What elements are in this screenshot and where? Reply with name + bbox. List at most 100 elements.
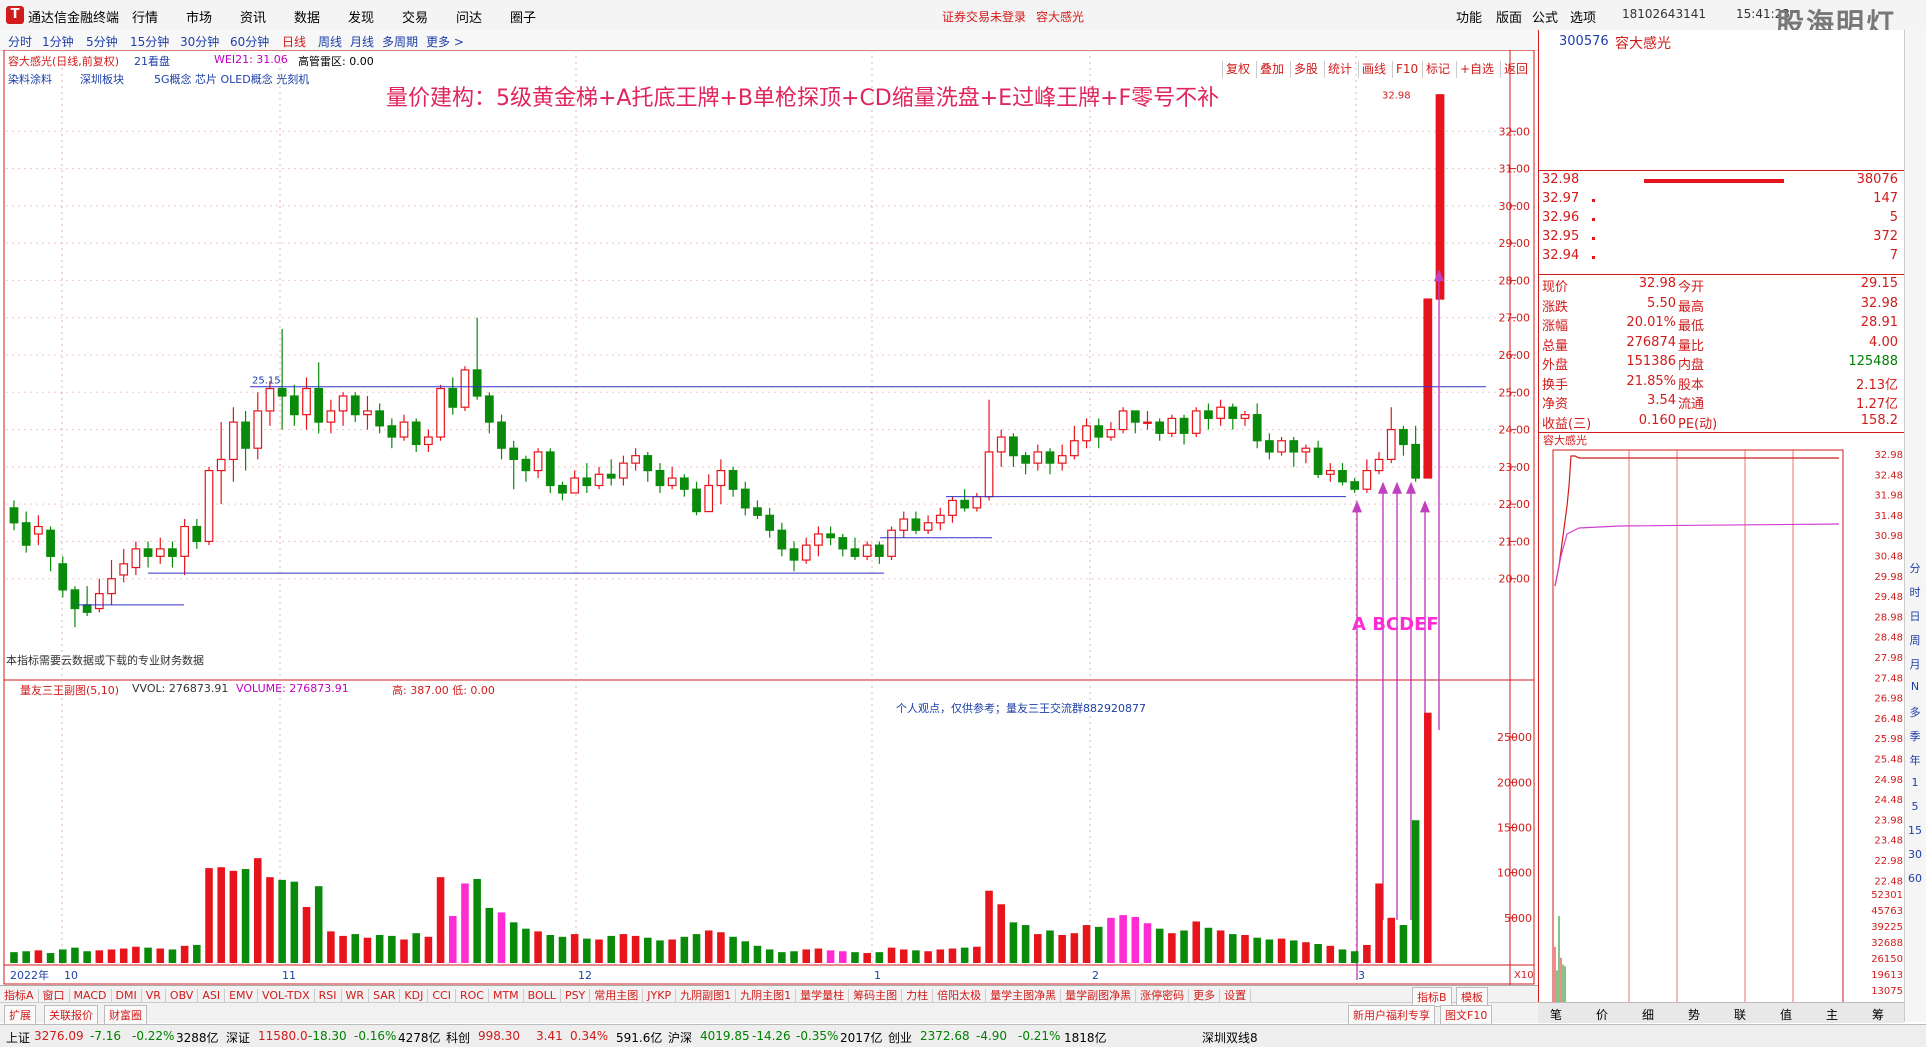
period-day[interactable]: 日线 (282, 33, 306, 50)
volume-bar[interactable] (681, 937, 689, 963)
candle[interactable] (876, 541, 884, 563)
candle[interactable] (924, 515, 932, 534)
period-month[interactable]: 月线 (350, 33, 374, 50)
candle[interactable] (120, 549, 128, 583)
candle[interactable] (1010, 433, 1018, 467)
volume-bar[interactable] (339, 936, 347, 963)
indicator-tab-16[interactable]: BOLL (524, 989, 561, 1002)
side-period-12[interactable]: 30 (1906, 848, 1924, 864)
volume-bar[interactable] (1107, 918, 1115, 963)
volume-bar[interactable] (205, 868, 213, 963)
volume-bar[interactable] (266, 877, 274, 963)
candle[interactable] (1229, 403, 1237, 429)
volume-bar[interactable] (156, 949, 164, 963)
quote-tab-7[interactable]: 筹 (1872, 1006, 1884, 1023)
period-15min[interactable]: 15分钟 (130, 33, 169, 50)
period-week[interactable]: 周线 (318, 33, 342, 50)
candle[interactable] (1107, 422, 1115, 441)
volume-bar[interactable] (473, 879, 481, 963)
volume-bar[interactable] (583, 939, 591, 963)
candle[interactable] (291, 385, 299, 426)
candle[interactable] (766, 508, 774, 538)
candle[interactable] (425, 430, 433, 452)
candle[interactable] (571, 471, 579, 493)
volume-bar[interactable] (1010, 922, 1018, 963)
candle[interactable] (327, 400, 335, 434)
candle[interactable] (217, 422, 225, 504)
candle[interactable] (802, 538, 810, 564)
indicator-tab-11[interactable]: SAR (369, 989, 400, 1002)
volume-bar[interactable] (644, 938, 652, 963)
volume-bar[interactable] (790, 951, 798, 963)
candle[interactable] (510, 441, 518, 489)
candle[interactable] (1363, 459, 1371, 493)
menu-function[interactable]: 功能 (1456, 7, 1482, 26)
quote-tab-6[interactable]: 主 (1826, 1006, 1838, 1023)
candle[interactable] (900, 512, 908, 538)
candle[interactable] (47, 527, 55, 572)
volume-bar[interactable] (546, 935, 554, 963)
volume-bar[interactable] (912, 950, 920, 963)
volume-bar[interactable] (839, 951, 847, 963)
volume-bar[interactable] (400, 940, 408, 963)
candle[interactable] (59, 556, 67, 597)
volume-bar[interactable] (437, 877, 445, 963)
volume-bar[interactable] (291, 882, 299, 963)
candle[interactable] (1180, 415, 1188, 445)
idx-hs-name[interactable]: 沪深 (668, 1029, 692, 1046)
volume-bar[interactable] (71, 948, 79, 963)
volume-bar[interactable] (303, 907, 311, 963)
volume-bar[interactable] (802, 949, 810, 963)
volume-bar[interactable] (1095, 927, 1103, 963)
volume-bar[interactable] (376, 935, 384, 963)
candle[interactable] (266, 381, 274, 426)
volume-bar[interactable] (1412, 820, 1420, 963)
quote-tab-1[interactable]: 价 (1596, 1006, 1608, 1023)
quote-tab-5[interactable]: 值 (1780, 1006, 1792, 1023)
candle[interactable] (376, 403, 384, 433)
candle[interactable] (863, 541, 871, 560)
indicator-tab-12[interactable]: KDJ (400, 989, 428, 1002)
menu-options[interactable]: 选项 (1570, 7, 1596, 26)
side-period-8[interactable]: 年 (1906, 752, 1924, 768)
volume-bar[interactable] (534, 931, 542, 963)
candlestick-chart[interactable]: 32.00 31.00 30.00 29.00 28.00 27.00 26.00 25.00… (0, 50, 1538, 985)
candle[interactable] (705, 474, 713, 511)
volume-bar[interactable] (120, 949, 128, 963)
candle[interactable] (949, 497, 957, 523)
volume-bar[interactable] (1217, 930, 1225, 963)
menu-trade[interactable]: 交易 (402, 7, 428, 26)
news-link[interactable]: 新用户福利专享 (1348, 1005, 1435, 1025)
volume-bar[interactable] (412, 933, 420, 963)
volume-bar[interactable] (230, 871, 238, 963)
side-period-11[interactable]: 15 (1906, 824, 1924, 840)
indicator-tab-2[interactable]: MACD (70, 989, 112, 1002)
candle[interactable] (1436, 95, 1444, 299)
volume-bar[interactable] (693, 934, 701, 963)
volume-bar[interactable] (851, 952, 859, 963)
candle[interactable] (534, 448, 542, 478)
candle[interactable] (181, 519, 189, 575)
candle[interactable] (559, 482, 567, 501)
candle[interactable] (961, 489, 969, 511)
candle[interactable] (339, 392, 347, 426)
indicator-tab-4[interactable]: VR (142, 989, 166, 1002)
volume-bar[interactable] (132, 947, 140, 963)
candle[interactable] (1302, 444, 1310, 463)
volume-bar[interactable] (35, 950, 43, 963)
candle[interactable] (973, 493, 981, 512)
candle[interactable] (132, 541, 140, 575)
candle[interactable] (1278, 437, 1286, 456)
candle[interactable] (1387, 407, 1395, 463)
candle[interactable] (1022, 452, 1030, 474)
indicator-tab-8[interactable]: VOL-TDX (258, 989, 315, 1002)
candle[interactable] (620, 456, 628, 486)
candle[interactable] (912, 512, 920, 534)
volume-bar[interactable] (193, 945, 201, 963)
volume-bar[interactable] (827, 950, 835, 963)
menu-formula[interactable]: 公式 (1532, 7, 1558, 26)
idx-sh-name[interactable]: 上证 (6, 1029, 30, 1046)
menu-discover[interactable]: 发现 (348, 7, 374, 26)
side-period-7[interactable]: 季 (1906, 728, 1924, 744)
quote-tab-4[interactable]: 联 (1734, 1006, 1746, 1023)
